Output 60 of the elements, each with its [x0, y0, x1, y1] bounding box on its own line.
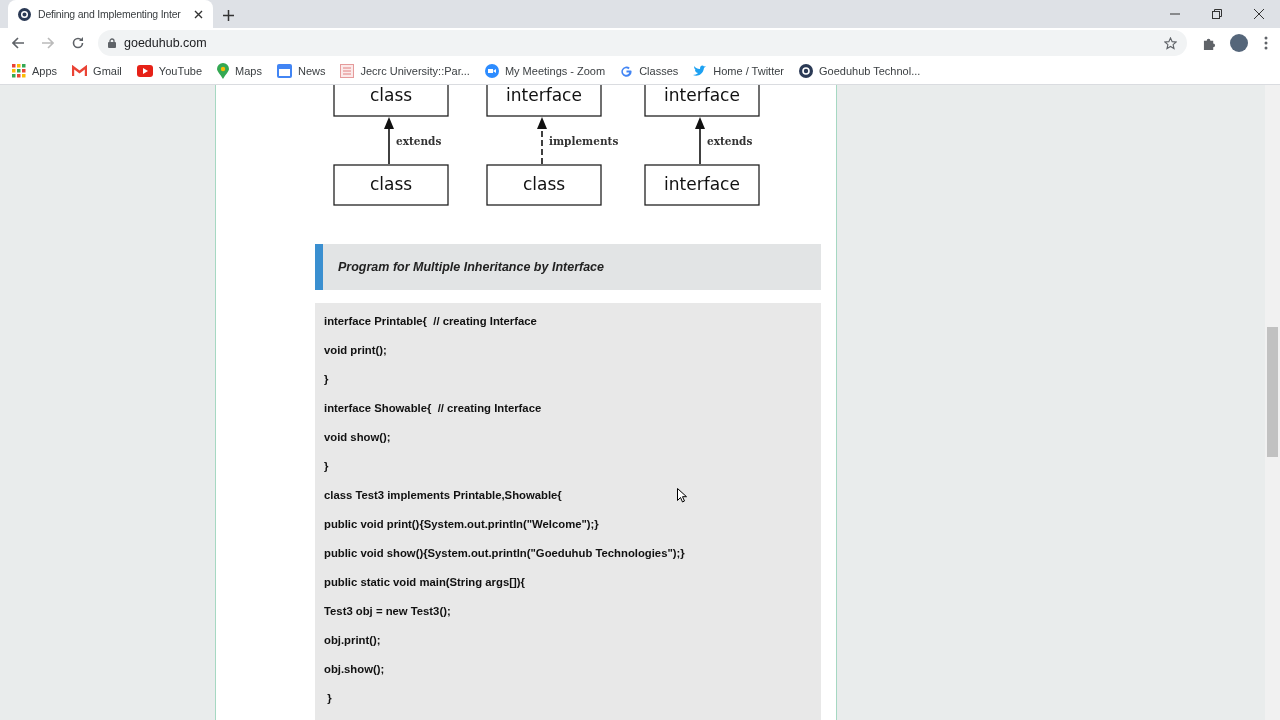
diagram-box: interface	[644, 85, 760, 117]
bookmark[interactable]: Home / Twitter	[693, 65, 784, 77]
diagram-box: interface	[486, 85, 602, 117]
news-icon	[276, 64, 292, 78]
bookmark[interactable]: Gmail	[72, 65, 122, 77]
code-line: }	[326, 691, 332, 706]
browser-tab[interactable]: Defining and Implementing Inter	[8, 0, 213, 28]
g-logo-icon	[620, 64, 634, 78]
bookmark[interactable]: News	[276, 64, 326, 78]
menu-icon[interactable]	[1264, 36, 1268, 50]
relation-label: extends	[396, 135, 442, 147]
diagram-box: class	[333, 85, 449, 117]
site-logo-icon	[799, 64, 813, 78]
bookmark[interactable]: Jecrc University::Par...	[340, 64, 470, 78]
section-heading: Program for Multiple Inheritance by Interface	[338, 260, 605, 274]
lock-icon	[108, 38, 116, 48]
bookmark[interactable]: Goeduhub Technol...	[799, 64, 921, 78]
code-line: void print();	[324, 343, 387, 358]
code-line: obj.print();	[324, 633, 381, 648]
bookmark[interactable]: My Meetings - Zoom	[484, 64, 606, 78]
code-line: public void print(){System.out.println("Welcome");}	[324, 517, 599, 532]
video-camera-icon	[484, 64, 499, 78]
back-arrow-icon[interactable]	[12, 37, 24, 49]
relation-label: extends	[707, 135, 753, 147]
mouse-cursor-icon	[677, 488, 687, 503]
code-line: obj.show();	[324, 662, 385, 677]
arrow	[384, 117, 394, 165]
code-line: class Test3 implements Printable,Showable{	[324, 488, 562, 503]
diagram-box: interface	[644, 164, 760, 206]
star-icon[interactable]	[1164, 36, 1177, 50]
bird-icon	[693, 65, 708, 77]
close-icon[interactable]	[194, 9, 203, 19]
apps-icon	[12, 64, 26, 78]
code-line: }	[324, 372, 329, 387]
arrow	[695, 117, 705, 165]
arrow	[537, 117, 547, 165]
map-pin-icon	[217, 63, 230, 79]
bookmark[interactable]: YouTube	[136, 65, 203, 77]
site-logo-icon	[18, 7, 31, 21]
scrollbar-thumb[interactable]	[1267, 327, 1278, 457]
new-tab-icon[interactable]	[223, 10, 234, 21]
code-line: interface Printable{ // creating Interface	[324, 314, 537, 329]
reload-icon[interactable]	[72, 37, 84, 49]
code-line: void show();	[324, 430, 391, 445]
bookmark[interactable]: Maps	[217, 63, 262, 79]
code-line: interface Showable{ // creating Interface	[324, 401, 542, 416]
code-line: Test3 obj = new Test3();	[324, 604, 451, 619]
code-line: }	[324, 459, 329, 474]
document-icon	[340, 64, 355, 78]
mail-icon	[72, 65, 88, 77]
puzzle-piece-icon[interactable]	[1203, 36, 1216, 50]
code-line: public static void main(String args[]){	[324, 575, 525, 590]
video-icon	[136, 65, 153, 77]
diagram-box: class	[486, 164, 602, 206]
code-line: public void show(){System.out.println("Goeduhub Technologies");}	[324, 546, 685, 561]
bookmark[interactable]: Apps	[12, 64, 58, 78]
profile-avatar[interactable]	[1230, 34, 1248, 52]
diagram-box: class	[333, 164, 449, 206]
relation-label: implements	[549, 135, 619, 147]
bookmark[interactable]: Classes	[620, 64, 679, 78]
